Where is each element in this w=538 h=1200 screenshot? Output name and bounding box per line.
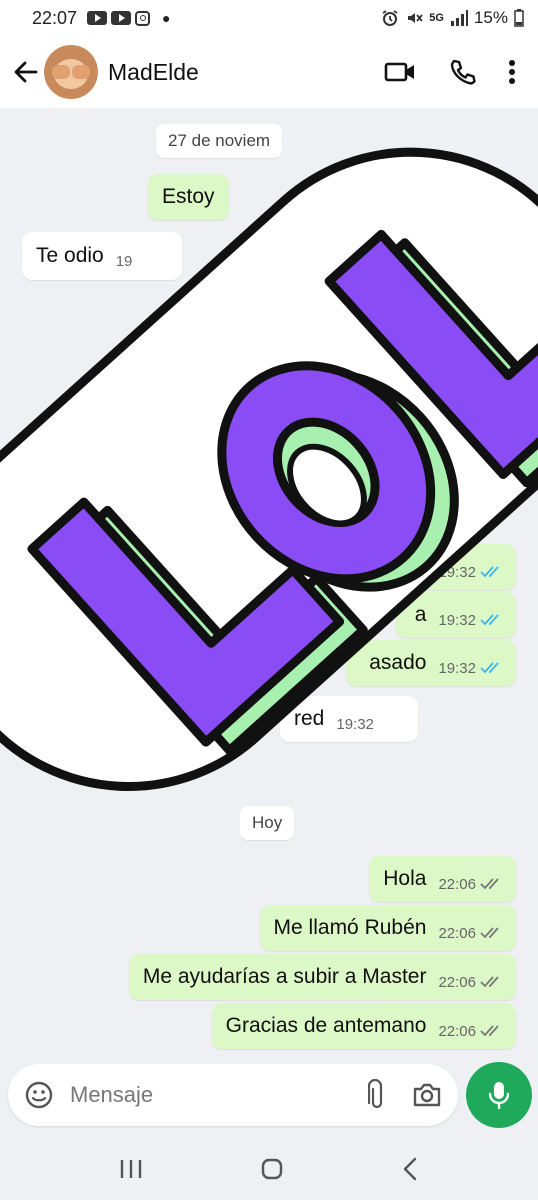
mute-icon	[408, 13, 423, 23]
message-meta: 22:06	[438, 925, 502, 942]
message-time: 22:06	[438, 1022, 476, 1040]
message-meta: 19:32	[438, 660, 502, 677]
emoji-icon[interactable]	[24, 1080, 54, 1110]
message-bubble-in[interactable]: red 19:32	[280, 696, 418, 742]
message-bubble-out[interactable]: asado 19:32	[346, 640, 516, 686]
mic-button[interactable]	[466, 1062, 532, 1128]
message-text: Estoy	[162, 185, 215, 208]
message-text: Te odio	[36, 244, 104, 267]
message-input-container[interactable]	[8, 1064, 458, 1126]
youtube-icon	[111, 11, 132, 25]
system-nav-bar	[0, 1138, 538, 1200]
avatar-hand-left	[52, 65, 70, 79]
status-time: 22:07	[32, 7, 78, 28]
message-time: 19	[115, 252, 133, 270]
message-text: a	[414, 603, 427, 626]
recents-icon[interactable]	[118, 1158, 144, 1180]
back-arrow-icon	[14, 61, 38, 83]
input-bar	[0, 1058, 538, 1138]
message-time: 22:06	[438, 973, 476, 991]
message-bubble-out[interactable]: Gracias de antemano 22:06	[211, 1003, 516, 1049]
notification-dot-icon: ●	[162, 10, 171, 26]
date-chip: 27 de noviem	[156, 124, 283, 158]
delivered-ticks-icon	[480, 878, 499, 890]
chat-header: MadElde	[0, 36, 538, 108]
message-meta: 19:32	[438, 612, 502, 629]
message-text: red	[294, 707, 325, 730]
message-input[interactable]	[70, 1082, 310, 1108]
message-meta: 19:32	[438, 564, 502, 581]
message-text: Hola	[383, 867, 427, 890]
youtube-icon	[87, 11, 108, 25]
message-meta: 22:06	[438, 876, 502, 893]
message-bubble-out[interactable]: Hola 22:06	[369, 856, 516, 902]
back-button[interactable]	[6, 52, 46, 92]
mic-icon	[488, 1082, 510, 1110]
chat-area[interactable]: 27 de noviem Estoy Te odio 19 19:32 a 19…	[0, 108, 538, 1058]
avatar-hand-right	[72, 65, 90, 79]
message-time: 22:06	[438, 924, 476, 942]
avatar[interactable]	[44, 45, 98, 99]
message-text: Me llamó Rubén	[273, 916, 427, 939]
message-time: 19:32	[438, 611, 476, 629]
message-bubble-out[interactable]: Me llamó Rubén 22:06	[259, 905, 516, 951]
home-icon[interactable]	[260, 1157, 284, 1181]
message-meta: 22:06	[438, 974, 502, 991]
message-time: 19:32	[438, 659, 476, 677]
message-bubble-out[interactable]: 19:32	[396, 544, 516, 590]
video-call-icon[interactable]	[384, 60, 416, 84]
more-vert-icon[interactable]	[508, 59, 516, 85]
message-bubble-out[interactable]: a 19:32	[396, 592, 516, 638]
signal-icon	[450, 10, 468, 26]
battery-percent: 15%	[473, 8, 508, 27]
message-bubble-in[interactable]: Te odio 19	[22, 232, 182, 280]
message-bubble-out[interactable]: Me ayudarías a subir a Master 22:06	[128, 954, 516, 1000]
network-type: 5G	[429, 12, 444, 24]
read-ticks-icon	[480, 662, 499, 674]
delivered-ticks-icon	[480, 976, 499, 988]
message-text: Gracias de antemano	[225, 1014, 427, 1037]
delivered-ticks-icon	[480, 927, 499, 939]
message-meta: 22:06	[438, 1023, 502, 1040]
message-time: 22:06	[438, 875, 476, 893]
battery-icon	[514, 9, 524, 27]
delivered-ticks-icon	[480, 1025, 499, 1037]
instagram-icon	[135, 10, 151, 26]
alarm-icon	[382, 10, 398, 26]
date-chip: Hoy	[240, 806, 295, 840]
read-ticks-icon	[480, 614, 499, 626]
message-text: Me ayudarías a subir a Master	[142, 965, 427, 988]
phone-icon[interactable]	[448, 58, 476, 86]
status-bar: 22:07 ● 5G 15%	[0, 0, 538, 36]
message-bubble-out[interactable]: Estoy	[148, 174, 229, 220]
contact-name[interactable]: MadElde	[108, 59, 199, 86]
message-time: 19:32	[438, 563, 476, 581]
attach-icon[interactable]	[368, 1079, 386, 1111]
message-text: asado	[369, 651, 427, 674]
message-time: 19:32	[336, 715, 374, 733]
camera-icon[interactable]	[412, 1082, 442, 1108]
back-icon[interactable]	[400, 1156, 420, 1182]
read-ticks-icon	[480, 566, 499, 578]
